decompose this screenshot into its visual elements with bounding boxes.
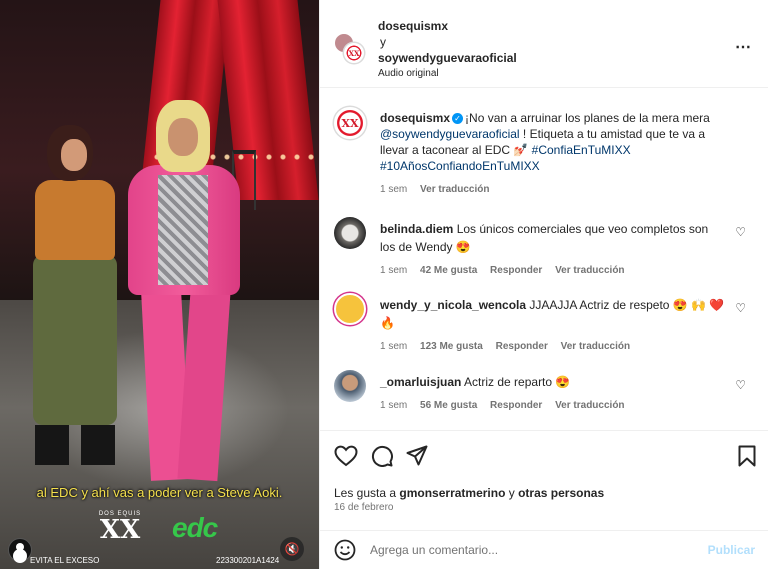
like-icon[interactable] bbox=[334, 445, 358, 467]
comment-time[interactable]: 1 sem bbox=[380, 341, 407, 352]
caption-time[interactable]: 1 sem bbox=[380, 184, 407, 195]
coauthor-link[interactable]: soywendyguevaraoficial bbox=[378, 50, 517, 66]
caption-hashtag[interactable]: #ConfiaEnTuMIXX bbox=[532, 143, 631, 157]
post-actions: Les gusta a gmonserratmerino y otras per… bbox=[320, 430, 768, 530]
disclaimer-text: EVITA EL EXCESO bbox=[30, 556, 100, 565]
translate-link[interactable]: Ver traducción bbox=[561, 341, 630, 352]
avatar: XX bbox=[344, 43, 364, 63]
caption-text: ¡No van a arruinar los planes de la mera… bbox=[465, 111, 710, 125]
logo-big-text: XX bbox=[99, 515, 141, 545]
author-link[interactable]: dosequismx bbox=[378, 18, 517, 34]
verified-icon: ✓ bbox=[452, 113, 464, 125]
reply-button[interactable]: Responder bbox=[490, 265, 542, 276]
tagged-users-icon[interactable] bbox=[8, 538, 32, 562]
avatar[interactable] bbox=[334, 370, 366, 402]
reply-button[interactable]: Responder bbox=[496, 341, 548, 352]
comment-emoji: 😍 bbox=[555, 375, 571, 389]
post-header: XX dosequismx y soywendyguevaraoficial A… bbox=[320, 0, 768, 88]
post-video[interactable]: al EDC y ahí vas a poder ver a Steve Aok… bbox=[0, 0, 319, 569]
more-options-icon[interactable]: ⋯ bbox=[735, 37, 752, 57]
likes-suffix: y bbox=[505, 486, 519, 500]
person-right bbox=[118, 100, 248, 490]
audio-link[interactable]: Audio original bbox=[378, 66, 517, 82]
comment-username[interactable]: belinda.diem bbox=[380, 222, 453, 236]
comment-likes[interactable]: 56 Me gusta bbox=[420, 400, 477, 411]
likes-summary: Les gusta a gmonserratmerino y otras per… bbox=[334, 486, 604, 500]
mute-icon[interactable]: 🔇 bbox=[280, 537, 304, 561]
share-icon[interactable] bbox=[406, 445, 428, 467]
comment-username[interactable]: wendy_y_nicola_wencola bbox=[380, 298, 526, 312]
comment-emoji: 😍 bbox=[455, 240, 471, 254]
bookmark-icon[interactable] bbox=[738, 445, 756, 467]
translate-link[interactable]: Ver traducción bbox=[420, 184, 489, 195]
comment-text: JJAAJJA Actriz de respeto bbox=[529, 298, 670, 312]
comment-username[interactable]: _omarluisjuan bbox=[380, 375, 461, 389]
likes-prefix: Les gusta a bbox=[334, 486, 400, 500]
author-conjunction: y bbox=[380, 35, 386, 49]
translate-link[interactable]: Ver traducción bbox=[555, 400, 624, 411]
post-date[interactable]: 16 de febrero bbox=[334, 502, 394, 513]
caption-hashtag[interactable]: #10AñosConfiandoEnTuMIXX bbox=[380, 158, 735, 174]
video-subtitle: al EDC y ahí vas a poder ver a Steve Aok… bbox=[36, 485, 283, 500]
likes-user-link[interactable]: gmonserratmerino bbox=[399, 486, 505, 500]
likes-others-link[interactable]: otras personas bbox=[518, 486, 604, 500]
avatar[interactable] bbox=[334, 293, 366, 325]
comment-time[interactable]: 1 sem bbox=[380, 400, 407, 411]
like-comment-icon[interactable]: ♡ bbox=[735, 301, 746, 315]
comment-likes[interactable]: 42 Me gusta bbox=[420, 265, 477, 276]
like-comment-icon[interactable]: ♡ bbox=[735, 378, 746, 392]
post-sidebar: XX dosequismx y soywendyguevaraoficial A… bbox=[319, 0, 768, 569]
caption-mention[interactable]: @soywendyguevaraoficial bbox=[380, 127, 520, 141]
emoji-icon[interactable] bbox=[334, 539, 356, 561]
comment-text: Actriz de reparto bbox=[464, 375, 553, 389]
person-left bbox=[25, 125, 125, 475]
dos-equis-logo: DOS EQUIS XX bbox=[90, 511, 150, 543]
comment-icon[interactable] bbox=[371, 445, 393, 467]
avatar[interactable]: XX bbox=[334, 107, 366, 139]
like-comment-icon[interactable]: ♡ bbox=[735, 225, 746, 239]
edc-logo: edc bbox=[172, 512, 218, 543]
avatar[interactable] bbox=[334, 217, 366, 249]
comment-likes[interactable]: 123 Me gusta bbox=[420, 341, 483, 352]
collab-avatars[interactable]: XX bbox=[334, 33, 364, 63]
comment-input[interactable] bbox=[370, 539, 700, 561]
comments-list[interactable]: XX dosequismx ✓ ¡No van a arruinar los pla… bbox=[320, 88, 768, 430]
ad-code: 223300201A1424 bbox=[216, 556, 280, 565]
caption-username[interactable]: dosequismx bbox=[380, 111, 450, 125]
instagram-post: al EDC y ahí vas a poder ver a Steve Aok… bbox=[0, 0, 768, 569]
post-comment-button[interactable]: Publicar bbox=[708, 543, 755, 557]
comment-time[interactable]: 1 sem bbox=[380, 265, 407, 276]
translate-link[interactable]: Ver traducción bbox=[555, 265, 624, 276]
reply-button[interactable]: Responder bbox=[490, 400, 542, 411]
comment-composer: Publicar bbox=[320, 530, 768, 569]
